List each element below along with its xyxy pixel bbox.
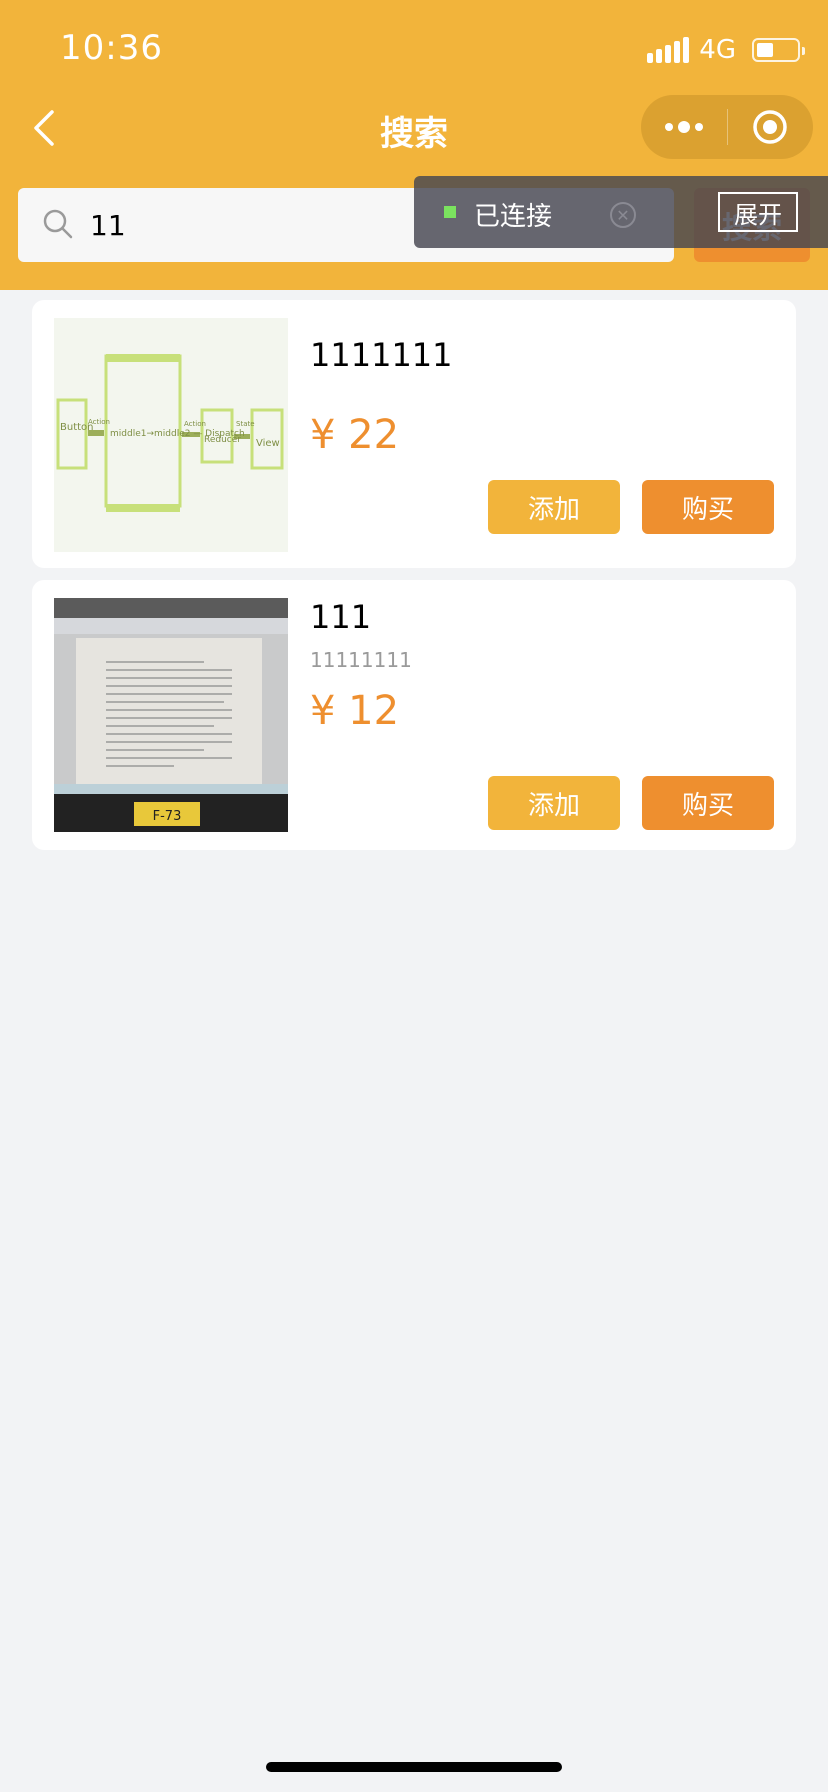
connection-toast: 已连接 ✕ 展开 [414, 176, 828, 248]
add-button[interactable]: 添加 [488, 776, 620, 830]
expand-button[interactable]: 展开 [718, 192, 798, 232]
status-time: 10:36 [60, 28, 163, 68]
product-card[interactable]: F-73 111 11111111 ¥ 12 添加 购买 [32, 580, 796, 850]
battery-icon [752, 38, 805, 62]
product-price: ¥ 12 [310, 688, 400, 734]
product-image: F-73 [54, 598, 288, 832]
more-button[interactable] [641, 95, 727, 159]
add-button[interactable]: 添加 [488, 480, 620, 534]
product-title: 1111111 [310, 336, 453, 374]
product-price: ¥ 22 [310, 412, 400, 458]
connection-status: 已连接 [474, 202, 553, 232]
product-card[interactable]: Button Action middle1→middle2 — Dispatch… [32, 300, 796, 568]
network-type: 4G [699, 35, 736, 65]
buy-button[interactable]: 购买 [642, 776, 774, 830]
connected-indicator-icon [444, 206, 456, 218]
mini-program-capsule [641, 95, 813, 159]
product-title: 111 [310, 598, 372, 636]
status-indicators: 4G [647, 32, 805, 68]
product-subtitle: 11111111 [310, 648, 412, 672]
header-bar: 10:36 4G 搜索 11 已连接 ✕ 展开 [0, 0, 828, 290]
diagram-label: Action [88, 418, 110, 426]
close-icon[interactable]: ✕ [610, 202, 636, 228]
close-mini-program-button[interactable] [728, 95, 814, 159]
more-icon [664, 121, 703, 133]
diagram-label: Action [184, 420, 206, 428]
product-image: Button Action middle1→middle2 — Dispatch… [54, 318, 288, 552]
buy-button[interactable]: 购买 [642, 480, 774, 534]
target-icon [753, 110, 787, 144]
photo-label: F-73 [153, 809, 182, 824]
home-indicator [266, 1762, 562, 1772]
signal-icon [647, 37, 690, 63]
search-icon [43, 209, 73, 239]
diagram-label: State [236, 420, 255, 428]
diagram-label: View [256, 438, 280, 449]
diagram-label: Reducer [204, 435, 241, 445]
